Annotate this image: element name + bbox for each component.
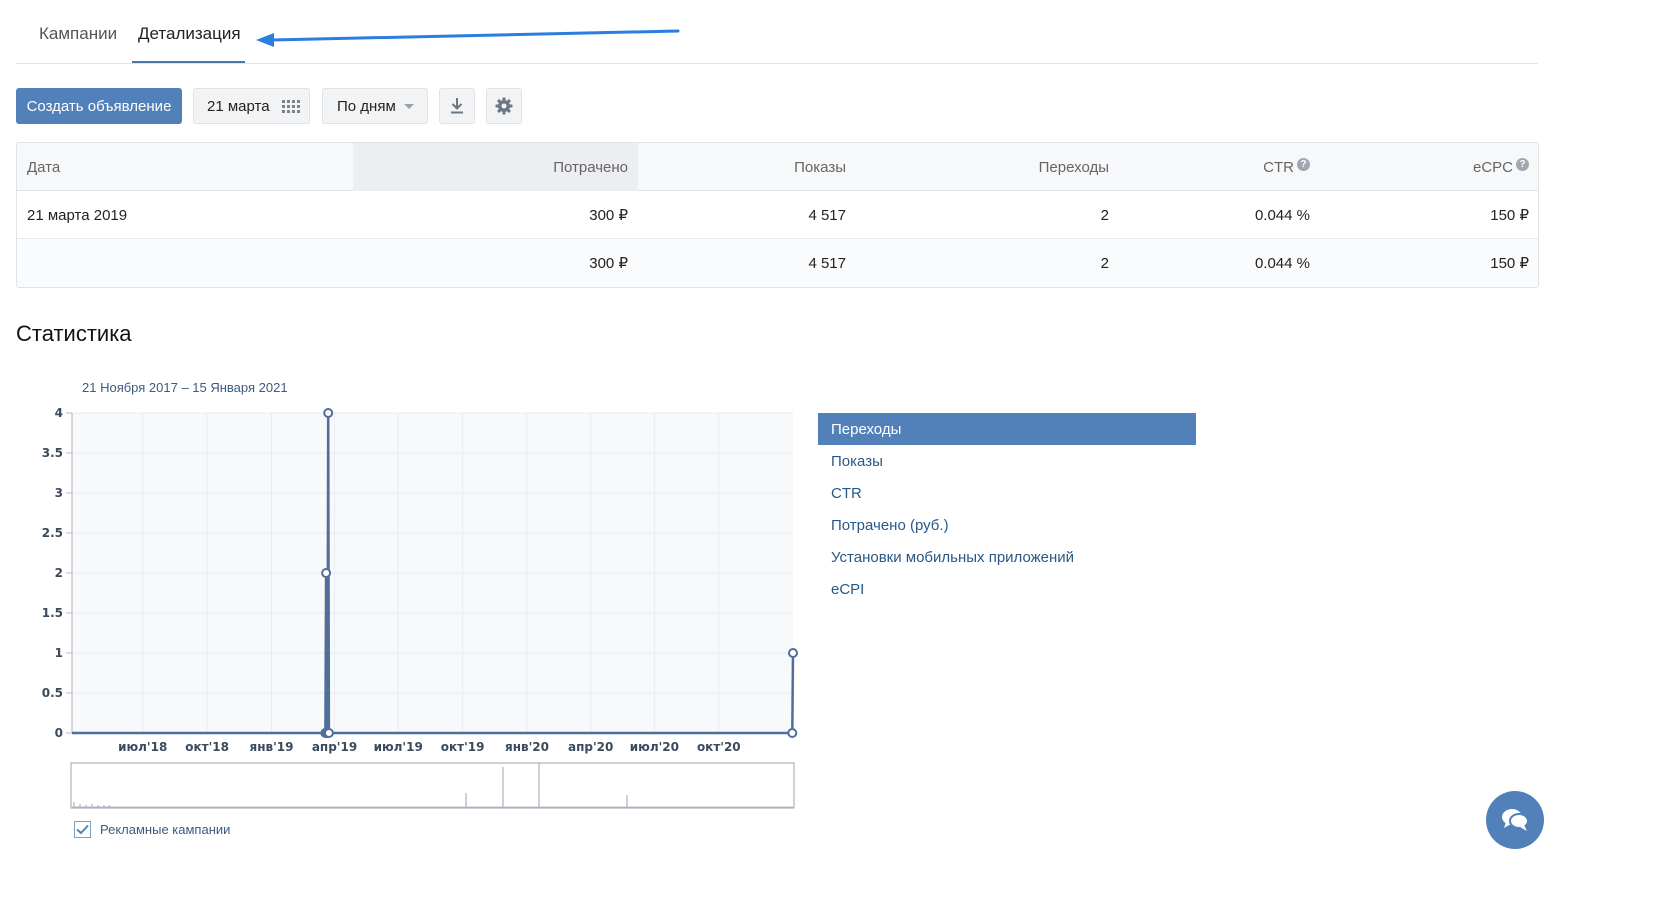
header-ecpc-label: eCPC xyxy=(1472,158,1513,176)
metric-item[interactable]: Показы xyxy=(818,445,1196,477)
cell-ctr: 0.044 % xyxy=(1254,254,1310,272)
cell-clicks: 2 xyxy=(1100,206,1109,224)
metric-item[interactable]: Потрачено (руб.) xyxy=(818,509,1196,541)
chevron-down-icon xyxy=(403,103,414,109)
settings-button[interactable] xyxy=(486,88,522,124)
x-tick-label: янв'20 xyxy=(505,740,549,754)
download-button[interactable] xyxy=(439,88,475,124)
metric-item[interactable]: eCPI xyxy=(818,573,1196,605)
calendar-grid-icon xyxy=(281,99,300,113)
campaigns-checkbox[interactable] xyxy=(74,821,91,838)
active-tab-indicator xyxy=(132,61,245,63)
y-tick-label: 1 xyxy=(55,646,63,660)
header-date[interactable]: Дата xyxy=(27,143,60,191)
tab-campaigns[interactable]: Кампании xyxy=(39,24,117,44)
header-clicks[interactable]: Переходы xyxy=(847,143,1109,191)
x-tick-label: апр'20 xyxy=(568,740,613,754)
cell-date: 21 марта 2019 xyxy=(27,206,128,224)
header-ecpc[interactable]: eCPC ? xyxy=(1317,143,1529,191)
cell-impressions: 4 517 xyxy=(808,254,846,272)
y-tick-label: 3.5 xyxy=(42,446,63,460)
chart-date-range: 21 Ноября 2017 – 15 Января 2021 xyxy=(82,380,288,395)
table-row: 21 марта 2019 300 ₽ 4 517 2 0.044 % 150 … xyxy=(17,191,1538,239)
create-ad-button[interactable]: Создать объявление xyxy=(16,88,182,124)
cell-impressions: 4 517 xyxy=(808,206,846,224)
stats-table: Дата Потрачено Показы Переходы CTR ? eCP… xyxy=(16,142,1539,288)
help-icon[interactable]: ? xyxy=(1516,157,1529,171)
header-ctr[interactable]: CTR ? xyxy=(1110,143,1310,191)
x-tick-label: июл'20 xyxy=(630,740,679,754)
header-ctr-label: CTR xyxy=(1263,158,1294,176)
data-point[interactable] xyxy=(323,728,334,738)
data-point[interactable] xyxy=(788,648,798,658)
date-picker-button[interactable]: 21 марта xyxy=(193,88,310,124)
campaigns-checkbox-row[interactable]: Рекламные кампании xyxy=(74,821,230,838)
date-picker-label: 21 марта xyxy=(207,97,270,115)
metric-list: Переходы Показы CTR Потрачено (руб.) Установ… xyxy=(818,413,1196,605)
y-tick-label: 3 xyxy=(55,486,63,500)
y-tick-label: 0.5 xyxy=(42,686,63,700)
navigator-frame[interactable] xyxy=(70,762,795,809)
chat-icon xyxy=(1502,809,1529,831)
data-point[interactable] xyxy=(787,728,798,738)
metric-item[interactable]: Установки мобильных приложений xyxy=(818,541,1196,573)
checkmark-icon xyxy=(76,824,89,835)
stats-chart[interactable]: 0 0.5 1 1.5 2 2.5 3 3.5 4 июл'18 окт'18 янв'19 апр'1… xyxy=(0,400,800,820)
cell-clicks: 2 xyxy=(1100,254,1109,272)
header-spent[interactable]: Потрачено xyxy=(353,143,638,191)
y-tick-label: 4 xyxy=(55,406,63,420)
tab-details[interactable]: Детализация xyxy=(138,24,241,44)
gear-icon xyxy=(495,97,513,115)
download-icon xyxy=(451,98,463,114)
y-tick-label: 2 xyxy=(55,566,63,580)
header-impressions[interactable]: Показы xyxy=(637,143,846,191)
data-point[interactable] xyxy=(323,408,334,418)
x-tick-label: июл'19 xyxy=(374,740,423,754)
section-title: Статистика xyxy=(16,321,132,346)
y-tick-label: 0 xyxy=(55,726,63,740)
x-tick-label: окт'18 xyxy=(185,740,229,754)
data-point[interactable] xyxy=(321,568,332,578)
cell-ecpc: 150 ₽ xyxy=(1490,255,1529,272)
x-tick-label: янв'19 xyxy=(250,740,294,754)
x-tick-label: окт'19 xyxy=(441,740,485,754)
campaigns-checkbox-label: Рекламные кампании xyxy=(100,822,231,837)
annotation-arrow xyxy=(256,29,680,47)
x-tick-label: апр'19 xyxy=(312,740,357,754)
tabs-bar: Кампании Детализация xyxy=(16,0,1538,64)
table-header-row: Дата Потрачено Показы Переходы CTR ? eCP… xyxy=(17,143,1538,191)
cell-spent: 300 ₽ xyxy=(589,255,628,272)
table-total-row: 300 ₽ 4 517 2 0.044 % 150 ₽ xyxy=(17,239,1538,287)
x-tick-label: июл'18 xyxy=(118,740,167,754)
period-dropdown-label: По дням xyxy=(337,97,396,115)
chat-button[interactable] xyxy=(1486,791,1544,849)
cell-ctr: 0.044 % xyxy=(1254,206,1310,224)
metric-item[interactable]: CTR xyxy=(818,477,1196,509)
help-icon[interactable]: ? xyxy=(1297,157,1310,171)
y-tick-label: 1.5 xyxy=(42,606,63,620)
cell-spent: 300 ₽ xyxy=(589,207,628,224)
metric-item[interactable]: Переходы xyxy=(818,413,1196,445)
cell-ecpc: 150 ₽ xyxy=(1490,207,1529,224)
x-tick-label: окт'20 xyxy=(697,740,741,754)
period-dropdown[interactable]: По дням xyxy=(322,88,428,124)
y-tick-label: 2.5 xyxy=(42,526,63,540)
